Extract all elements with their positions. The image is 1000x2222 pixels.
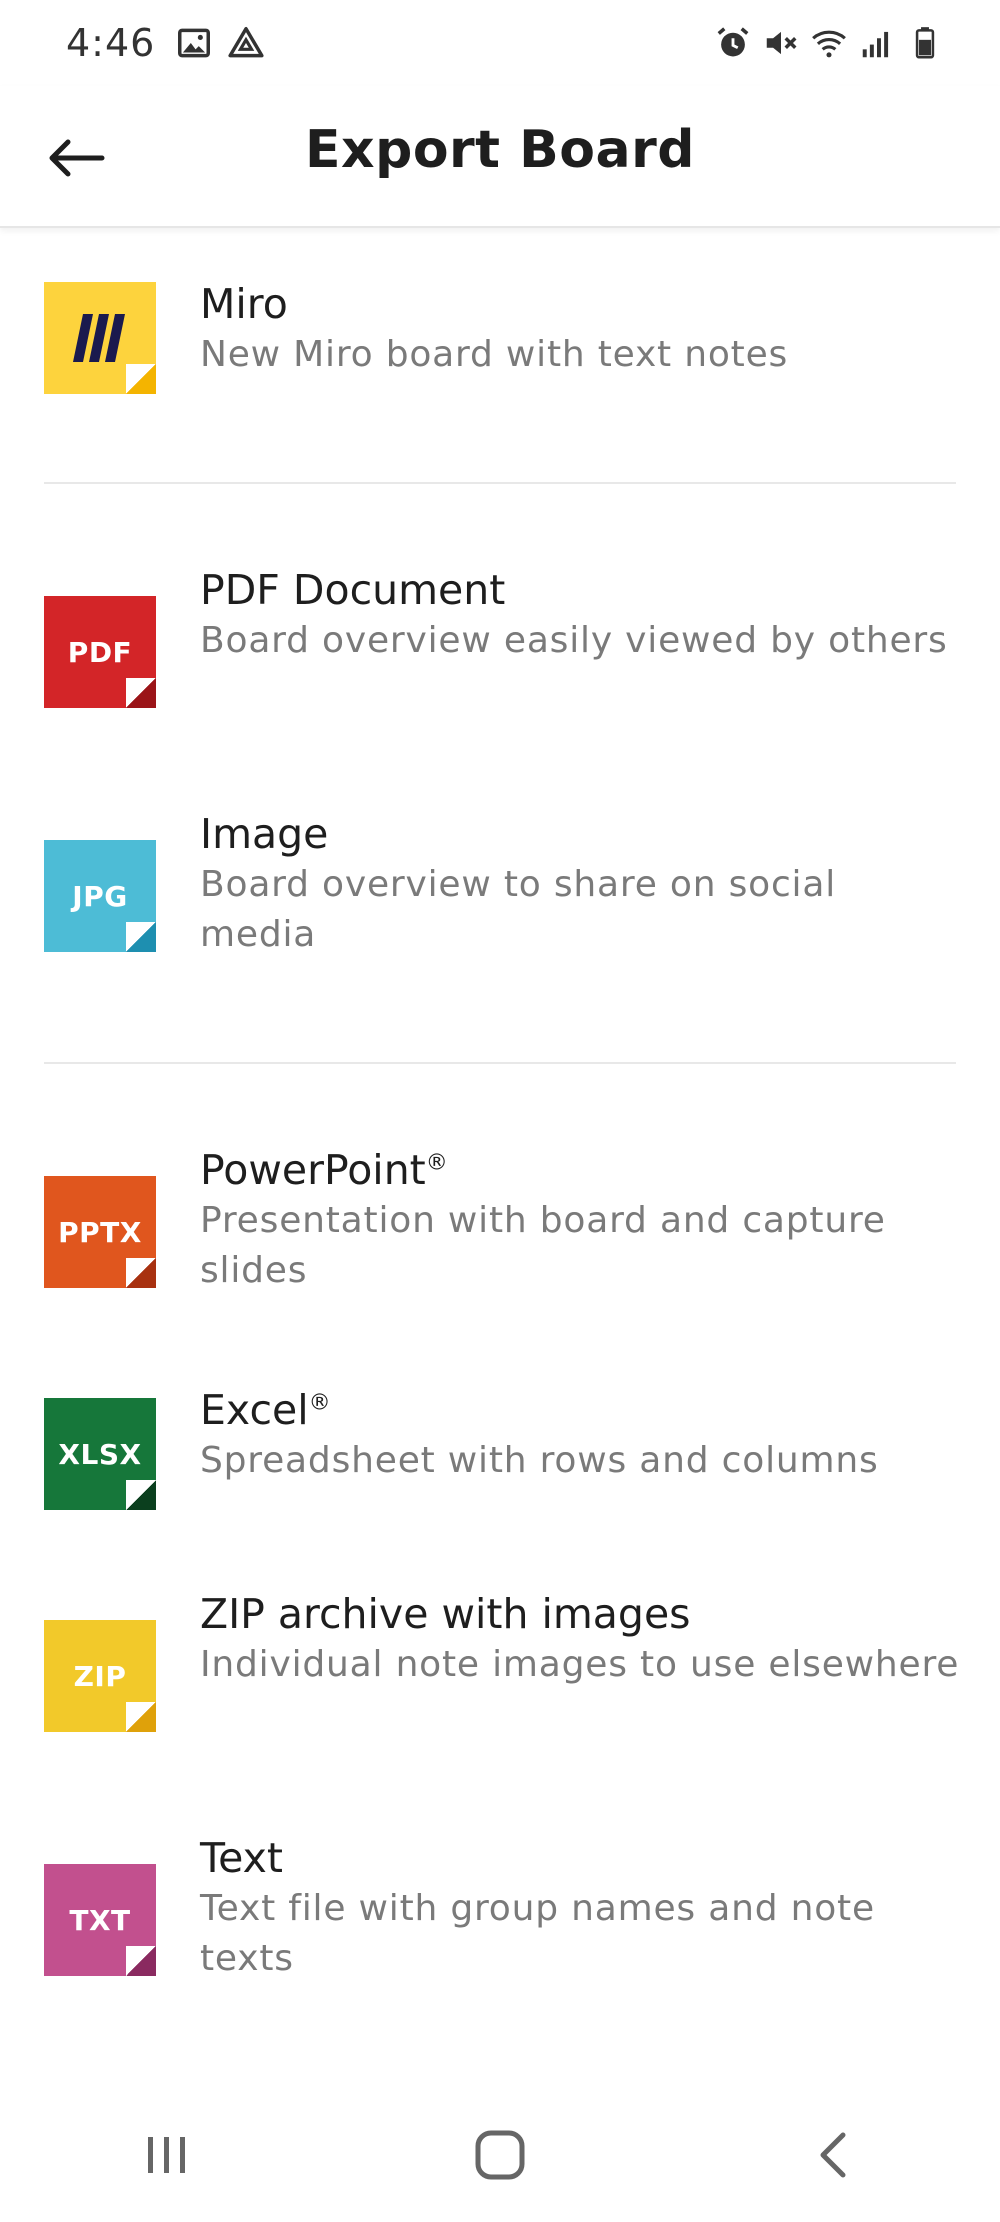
app-bar: Export Board bbox=[0, 86, 1000, 228]
option-text: Image Board overview to share on social … bbox=[200, 808, 960, 960]
option-description: Spreadsheet with rows and columns bbox=[200, 1440, 879, 1481]
system-back-button[interactable] bbox=[773, 2110, 893, 2200]
option-title: Excel® bbox=[200, 1384, 960, 1436]
status-left: 4:46 bbox=[66, 21, 265, 65]
zip-tile-label: ZIP bbox=[73, 1659, 127, 1693]
option-title: ZIP archive with images bbox=[200, 1590, 691, 1638]
option-title-text: PowerPoint bbox=[200, 1146, 426, 1194]
export-option-excel[interactable]: XLSX Excel® Spreadsheet with rows and co… bbox=[0, 1386, 1000, 1528]
drive-icon bbox=[227, 24, 265, 62]
home-button[interactable] bbox=[440, 2110, 560, 2200]
export-option-image[interactable]: JPG Image Board overview to share on soc… bbox=[0, 810, 1000, 994]
miro-logo-icon bbox=[44, 282, 156, 394]
export-option-text[interactable]: TXT Text Text file with group names and … bbox=[0, 1834, 1000, 2018]
xlsx-tile-label: XLSX bbox=[58, 1437, 142, 1471]
recent-apps-icon bbox=[147, 2137, 185, 2173]
home-icon bbox=[475, 2130, 525, 2180]
export-option-miro[interactable]: Miro New Miro board with text notes bbox=[0, 278, 1000, 408]
option-text: ZIP archive with images Individual note … bbox=[200, 1588, 960, 1690]
pptx-file-icon: PPTX bbox=[44, 1176, 156, 1288]
divider bbox=[44, 1062, 956, 1064]
alarm-icon bbox=[714, 24, 752, 62]
registered-mark: ® bbox=[425, 1150, 448, 1176]
option-title: PowerPoint® bbox=[200, 1144, 960, 1196]
option-description: Text file with group names and note text… bbox=[200, 1888, 875, 1979]
txt-file-icon: TXT bbox=[44, 1864, 156, 1976]
mute-icon bbox=[762, 24, 800, 62]
pdf-tile-label: PDF bbox=[67, 635, 133, 669]
pptx-tile-label: PPTX bbox=[58, 1215, 142, 1249]
zip-file-icon: ZIP bbox=[44, 1620, 156, 1732]
back-icon bbox=[820, 2132, 846, 2178]
option-text: PowerPoint® Presentation with board and … bbox=[200, 1144, 960, 1296]
wifi-icon bbox=[810, 24, 848, 62]
pdf-file-icon: PDF bbox=[44, 596, 156, 708]
txt-tile-label: TXT bbox=[69, 1903, 131, 1937]
recent-apps-button[interactable] bbox=[107, 2110, 227, 2200]
option-text: Text Text file with group names and note… bbox=[200, 1832, 960, 1984]
option-description: Presentation with board and capture slid… bbox=[200, 1200, 886, 1291]
export-option-zip[interactable]: ZIP ZIP archive with images Individual n… bbox=[0, 1590, 1000, 1774]
signal-icon bbox=[858, 24, 896, 62]
status-bar: 4:46 bbox=[0, 0, 1000, 86]
option-title: PDF Document bbox=[200, 566, 506, 614]
option-text: PDF Document Board overview easily viewe… bbox=[200, 564, 960, 666]
option-title: Miro bbox=[200, 280, 288, 328]
status-right bbox=[714, 24, 944, 62]
jpg-file-icon: JPG bbox=[44, 840, 156, 952]
jpg-tile-label: JPG bbox=[72, 879, 128, 913]
system-nav-bar bbox=[0, 2100, 1000, 2210]
option-description: Board overview easily viewed by others bbox=[200, 620, 948, 661]
export-option-pdf[interactable]: PDF PDF Document Board overview easily v… bbox=[0, 566, 1000, 750]
export-option-powerpoint[interactable]: PPTX PowerPoint® Presentation with board… bbox=[0, 1146, 1000, 1330]
option-description: Individual note images to use elsewhere bbox=[200, 1644, 960, 1685]
option-description: Board overview to share on social media bbox=[200, 864, 837, 955]
divider bbox=[44, 482, 956, 484]
image-icon bbox=[175, 24, 213, 62]
option-text: Miro New Miro board with text notes bbox=[200, 278, 960, 380]
status-time: 4:46 bbox=[66, 21, 156, 65]
option-description: New Miro board with text notes bbox=[200, 334, 789, 375]
option-title: Image bbox=[200, 810, 329, 858]
option-text: Excel® Spreadsheet with rows and columns bbox=[200, 1384, 960, 1486]
page-title: Export Board bbox=[305, 120, 695, 180]
export-board-screen: 4:46 Export Board Miro New Miro board wi… bbox=[0, 0, 1000, 2222]
option-title: Text bbox=[200, 1834, 283, 1882]
xlsx-file-icon: XLSX bbox=[44, 1398, 156, 1510]
registered-mark: ® bbox=[308, 1390, 331, 1416]
option-title-text: Excel bbox=[200, 1386, 309, 1434]
battery-icon bbox=[906, 24, 944, 62]
